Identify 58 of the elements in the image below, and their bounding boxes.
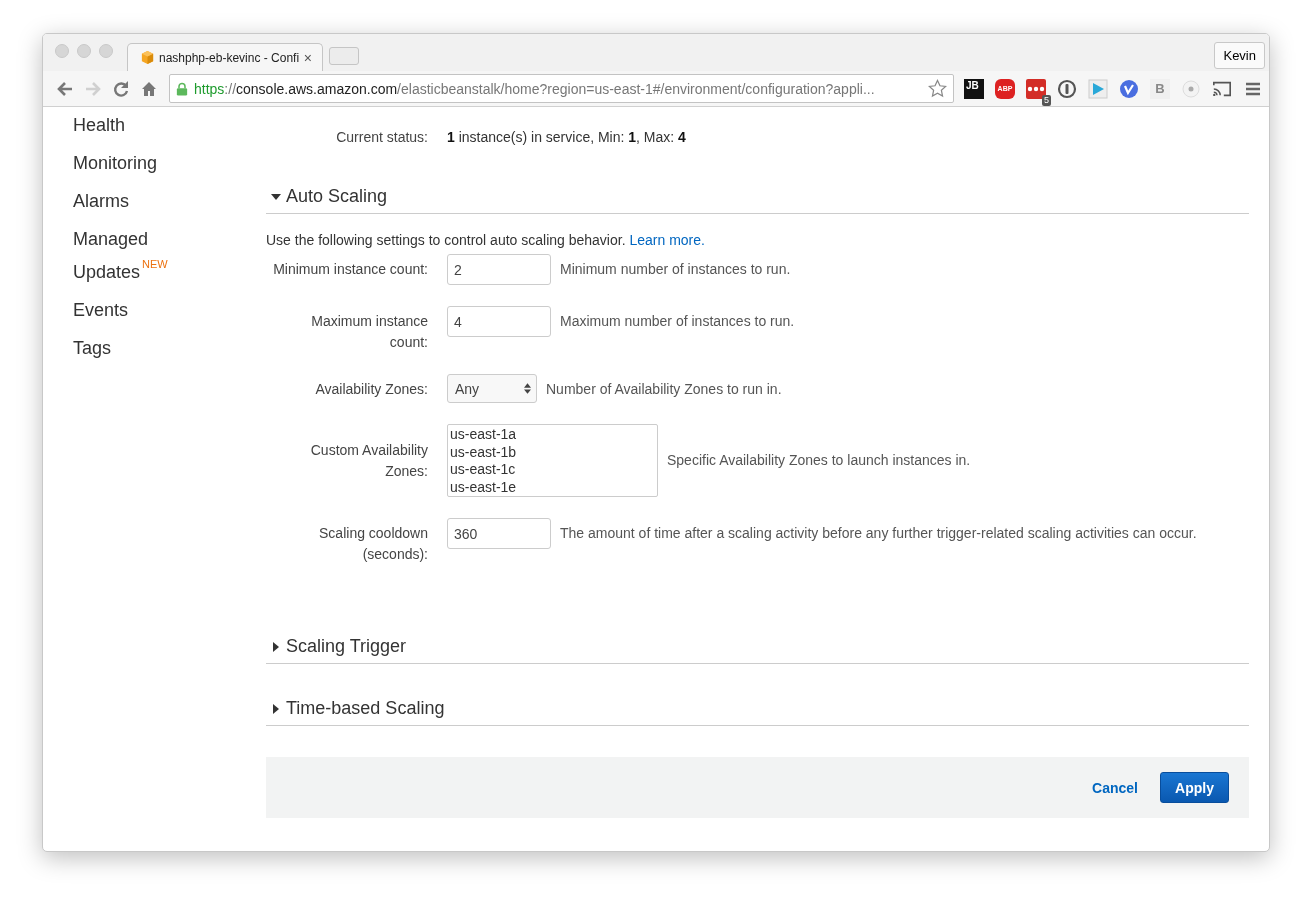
field-label: Custom Availability Zones: bbox=[309, 440, 428, 481]
keyhole-icon[interactable] bbox=[1057, 78, 1077, 99]
learn-more-link[interactable]: Learn more. bbox=[629, 232, 705, 248]
browser-tab[interactable]: nashphp-eb-kevinc - Confi × bbox=[127, 43, 323, 71]
dots-icon[interactable] bbox=[1026, 78, 1046, 99]
section-description: Use the following settings to control auto scaling behavior. Learn more. bbox=[266, 232, 706, 248]
apply-button[interactable]: Apply bbox=[1160, 772, 1229, 803]
reload-icon[interactable] bbox=[112, 79, 130, 98]
zone-option[interactable]: us-east-1b bbox=[450, 443, 655, 461]
v-icon[interactable] bbox=[1119, 78, 1139, 99]
close-tab-button[interactable]: × bbox=[303, 49, 312, 66]
number-field[interactable]: 2 bbox=[447, 254, 551, 285]
new-label: NEW bbox=[142, 258, 168, 270]
field-label: Maximum instance count: bbox=[310, 312, 428, 352]
number-field[interactable]: 4 bbox=[447, 306, 551, 337]
help-text: Number of Availability Zones to run in. bbox=[546, 380, 782, 399]
field-label: Current status: bbox=[335, 128, 428, 147]
home-icon[interactable] bbox=[140, 79, 158, 98]
status-text: 1 instance(s) in service, Min: 1, Max: 4 bbox=[447, 128, 686, 147]
caret-down-icon bbox=[271, 191, 281, 202]
help-text: Specific Availability Zones to launch instances in. bbox=[667, 451, 971, 470]
cancel-link[interactable]: Cancel bbox=[1092, 779, 1138, 796]
caret-right-icon bbox=[271, 703, 281, 714]
zone-option[interactable]: us-east-1c bbox=[450, 461, 655, 479]
sidebar-item[interactable]: Monitoring bbox=[73, 151, 183, 176]
back-icon[interactable] bbox=[56, 79, 74, 98]
extension-badge: 5 bbox=[1042, 94, 1051, 106]
cube-icon bbox=[140, 50, 155, 65]
help-text: Maximum number of instances to run. bbox=[560, 312, 795, 331]
address-bar[interactable]: https://console.aws.amazon.com/elasticbeanstalk/home?region=us-east-1#/environment/configuration?appli... bbox=[169, 74, 954, 103]
star-icon[interactable] bbox=[928, 79, 947, 98]
section-header[interactable]: Time-based Scaling bbox=[266, 698, 1249, 726]
zone-option[interactable]: us-east-1e bbox=[450, 478, 655, 496]
zones-dropdown[interactable]: Any bbox=[447, 374, 537, 403]
help-text: The amount of time after a scaling activity before any further trigger-related scaling activities can occur. bbox=[560, 524, 1197, 543]
sidebar-item[interactable]: Events bbox=[73, 298, 183, 323]
tab-title: nashphp-eb-kevinc - Confi bbox=[159, 50, 300, 65]
field-label: Scaling cooldown (seconds): bbox=[318, 524, 428, 564]
section-header[interactable]: Scaling Trigger bbox=[266, 636, 1249, 664]
zone-option[interactable]: us-east-1a bbox=[450, 426, 655, 444]
zones-listbox[interactable]: us-east-1a us-east-1b us-east-1c us-east-1e bbox=[447, 424, 658, 497]
sidebar-item[interactable]: Alarms bbox=[73, 189, 183, 214]
number-field[interactable]: 360 bbox=[447, 518, 551, 549]
field-label: Minimum instance count: bbox=[272, 260, 428, 279]
sidebar-item[interactable]: Health bbox=[73, 113, 183, 138]
url-text: https://console.aws.amazon.com/elasticbeanstalk/home?region=us-east-1#/environment/configuration?appli... bbox=[194, 80, 876, 97]
field-label: Availability Zones: bbox=[314, 380, 428, 399]
section-header[interactable]: Auto Scaling bbox=[266, 186, 1249, 214]
caret-right-icon bbox=[271, 641, 281, 652]
sidebar-item[interactable]: Managed Updates$^{NEW}$ bbox=[73, 227, 183, 285]
play-icon[interactable] bbox=[1088, 78, 1108, 99]
updown-icon bbox=[524, 383, 531, 394]
help-text: Minimum number of instances to run. bbox=[560, 260, 791, 279]
profile-button[interactable]: Kevin bbox=[1214, 42, 1265, 69]
lock-icon bbox=[176, 81, 188, 96]
circle-icon[interactable] bbox=[1181, 78, 1201, 99]
sidebar-item[interactable]: Tags bbox=[73, 336, 183, 361]
extension-icon[interactable]: JB bbox=[964, 78, 984, 99]
